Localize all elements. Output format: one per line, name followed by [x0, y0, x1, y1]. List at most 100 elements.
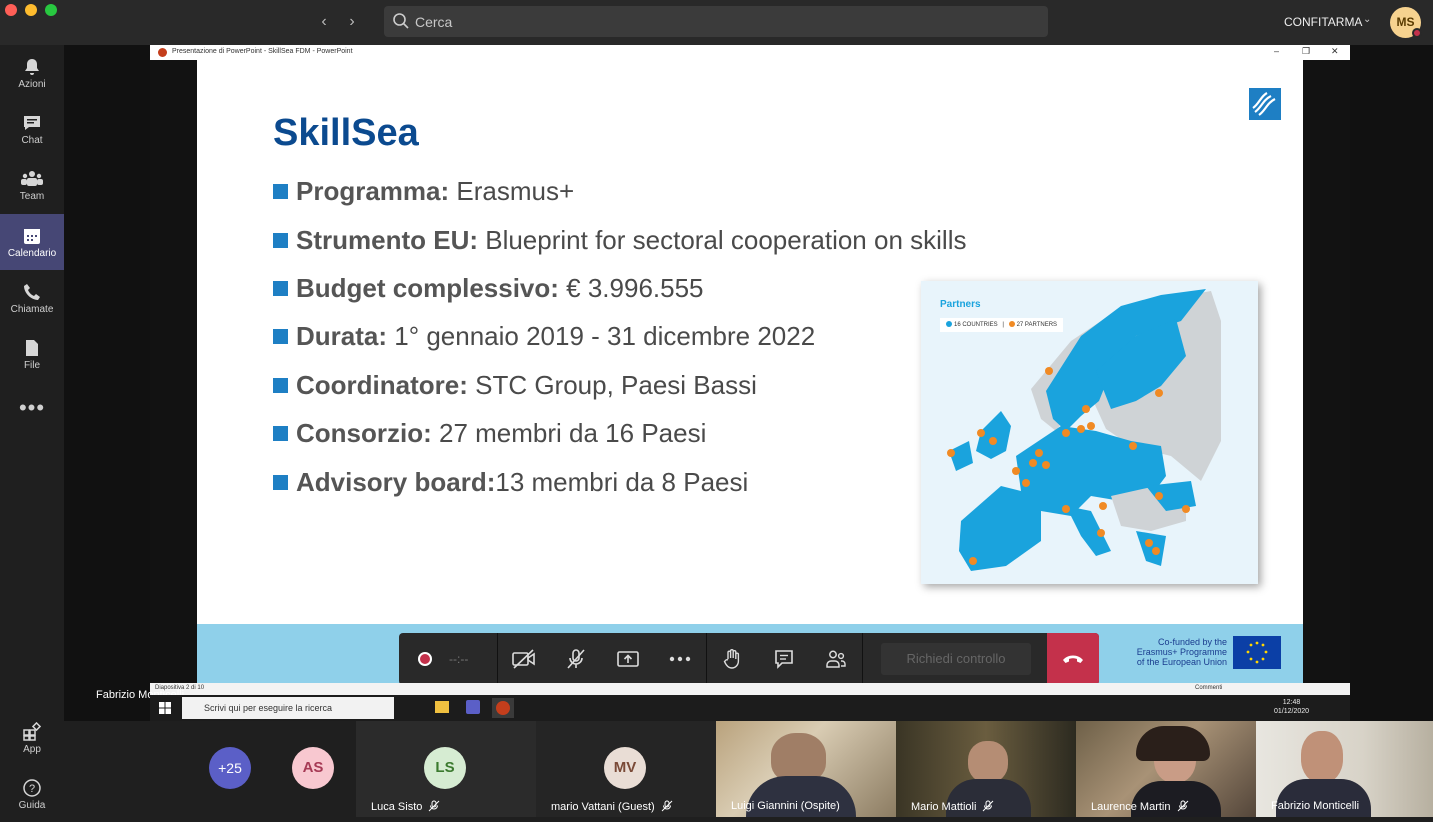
participants-button[interactable]	[810, 633, 862, 685]
bullet-value: Erasmus+	[449, 176, 575, 206]
participant-name-text: Mario Mattioli	[911, 801, 977, 813]
forward-arrow-icon[interactable]: ›	[342, 12, 362, 32]
chevron-down-icon[interactable]: ⌄	[1363, 14, 1371, 25]
bullet-durata: Durata: 1° gennaio 2019 - 31 dicembre 20…	[273, 321, 815, 355]
camera-toggle-button[interactable]	[498, 633, 550, 685]
rail-item-app[interactable]: App	[0, 710, 64, 766]
org-switcher-label[interactable]: CONFITARMA	[1284, 15, 1362, 29]
powerpoint-status-bar: Diapositiva 2 di 10 Commenti	[150, 683, 1350, 695]
search-placeholder: Cerca	[415, 14, 453, 30]
participant-name: Fabrizio Monticelli	[1271, 800, 1360, 812]
bullet-budget: Budget complessivo: € 3.996.555	[273, 273, 704, 307]
bullet-strumento: Strumento EU: Blueprint for sectoral coo…	[273, 225, 966, 259]
taskbar-date: 01/12/2020	[1274, 708, 1310, 715]
bullet-icon	[273, 426, 288, 441]
search-icon	[393, 13, 409, 29]
mic-off-icon	[661, 800, 673, 812]
taskbar-time: 12:48	[1282, 699, 1301, 706]
bell-icon	[25, 59, 39, 75]
phone-icon	[24, 284, 40, 300]
participant-name: Laurence Martin	[1091, 800, 1189, 813]
conversation-button[interactable]	[758, 633, 810, 685]
bullet-key: Durata:	[296, 321, 388, 351]
more-dots-icon	[669, 656, 691, 662]
participant-avatar: MV	[604, 747, 646, 789]
rail-item-calendario[interactable]: Calendario	[0, 214, 64, 270]
taskbar-search-box: Scrivi qui per eseguire la ricerca	[182, 697, 394, 719]
participant-video-tile[interactable]: Fabrizio Monticelli	[1256, 721, 1433, 817]
recording-timer: --:--	[449, 652, 469, 666]
calendar-icon	[24, 229, 40, 244]
leave-call-button[interactable]	[1047, 633, 1099, 685]
participant-video-image	[1301, 731, 1343, 783]
record-button[interactable]	[399, 633, 451, 685]
rail-item-chat[interactable]: Chat	[0, 101, 64, 157]
more-apps-icon[interactable]: •••	[0, 395, 64, 425]
partners-legend-dot	[1008, 321, 1015, 327]
windows-taskbar: Scrivi qui per eseguire la ricerca 12:48…	[150, 695, 1350, 721]
participant-video-image	[968, 741, 1008, 783]
more-actions-button[interactable]	[654, 633, 706, 685]
bullet-advisory: Advisory board:13 membri da 8 Paesi	[273, 467, 748, 501]
rail-item-guida[interactable]: ? Guida	[0, 766, 64, 822]
powerpoint-window-title: Presentazione di PowerPoint - SkillSea F…	[172, 48, 353, 55]
rail-label: App	[23, 744, 41, 755]
rail-label: Guida	[18, 800, 46, 811]
bullet-value: € 3.996.555	[558, 273, 704, 303]
rail-label: File	[23, 360, 41, 371]
chat-bubble-icon	[775, 650, 793, 669]
back-arrow-icon[interactable]: ‹	[314, 12, 334, 32]
bullet-icon	[273, 281, 288, 296]
rail-item-azioni[interactable]: Azioni	[0, 45, 64, 101]
bullet-key: Budget complessivo:	[296, 273, 559, 303]
camera-off-icon	[512, 649, 535, 669]
participant-video-tile[interactable]: Laurence Martin	[1076, 721, 1256, 817]
participant-avatar: AS	[292, 747, 334, 789]
participant-tile[interactable]: MV mario Vattani (Guest)	[536, 721, 716, 817]
bullet-icon	[273, 233, 288, 248]
bullet-key: Programma:	[296, 176, 450, 206]
slide-title: SkillSea	[273, 112, 419, 154]
minimize-icon: –	[1274, 46, 1280, 56]
bullet-icon	[273, 184, 288, 199]
rail-label: Chiamate	[10, 304, 54, 315]
zoom-window-button[interactable]	[45, 4, 57, 16]
share-screen-button[interactable]	[602, 633, 654, 685]
rail-item-file[interactable]: File	[0, 326, 64, 382]
close-window-button[interactable]	[5, 4, 17, 16]
svg-text:?: ?	[29, 783, 35, 795]
request-control-button[interactable]: Richiedi controllo	[881, 643, 1031, 675]
powerpoint-taskbar-button	[492, 698, 514, 718]
eu-cofunded-text: Co-funded by the Erasmus+ Programme of t…	[1112, 637, 1227, 667]
teams-icon	[21, 171, 43, 186]
participant-tile[interactable]: LS Luca Sisto	[356, 721, 536, 817]
bullet-coordinatore: Coordinatore: STC Group, Paesi Bassi	[273, 370, 757, 404]
mic-off-icon	[1177, 800, 1188, 812]
participant-name: Luca Sisto	[371, 800, 440, 813]
help-icon: ?	[23, 779, 41, 797]
bullet-key: Consorzio:	[296, 418, 432, 448]
participant-video-tile[interactable]: Mario Mattioli	[896, 721, 1076, 817]
mic-off-icon	[983, 800, 994, 812]
countries-legend-dot	[946, 321, 952, 327]
powerpoint-window-titlebar: Presentazione di PowerPoint - SkillSea F…	[150, 45, 1350, 60]
bullet-key: Advisory board:	[296, 467, 496, 497]
skillsea-logo	[1249, 88, 1281, 120]
bullet-key: Coordinatore:	[296, 370, 468, 400]
participant-name: Mario Mattioli	[911, 800, 994, 813]
rail-label: Azioni	[18, 79, 46, 90]
rail-item-team[interactable]: Team	[0, 157, 64, 213]
eu-flag-logo	[1233, 636, 1281, 669]
taskbar-search-placeholder: Scrivi qui per eseguire la ricerca	[204, 703, 333, 713]
more-participants-badge[interactable]: +25	[209, 747, 251, 789]
participant-video-tile[interactable]: Luigi Giannini (Ospite)	[716, 721, 896, 817]
search-input[interactable]: Cerca	[384, 6, 1048, 37]
raise-hand-button[interactable]	[706, 633, 758, 685]
share-tray-icon	[617, 651, 639, 667]
restore-icon: ❐	[1302, 46, 1311, 56]
rail-item-chiamate[interactable]: Chiamate	[0, 270, 64, 326]
hang-up-icon	[1063, 655, 1083, 663]
minimize-window-button[interactable]	[25, 4, 37, 16]
bullet-value: Blueprint for sectoral cooperation on sk…	[478, 225, 967, 255]
mic-toggle-button[interactable]	[550, 633, 602, 685]
